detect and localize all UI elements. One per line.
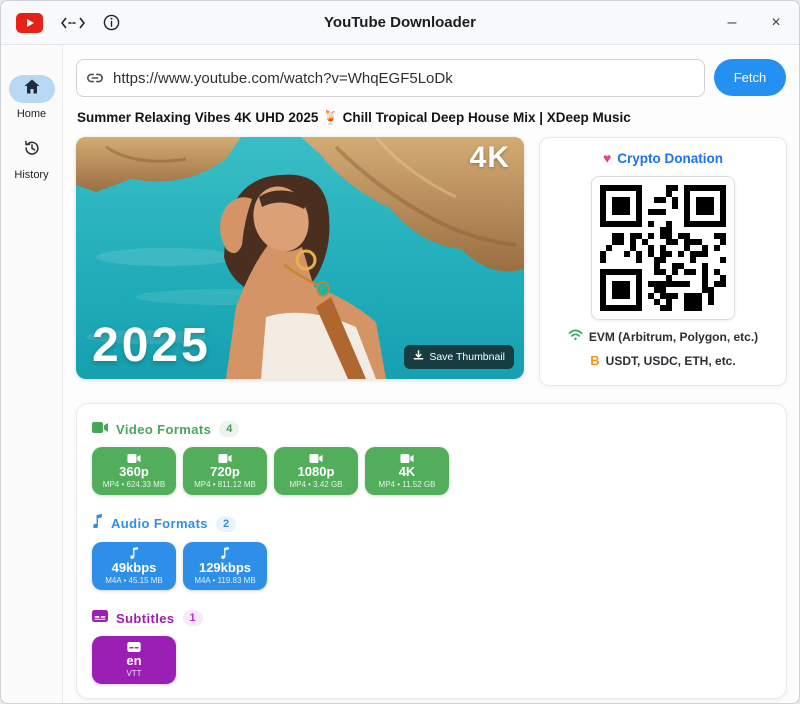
subtitles-section: Subtitles 1 en VTT [92, 609, 771, 684]
evm-line: EVM (Arbitrum, Polygon, etc.) [568, 329, 758, 344]
app-window: YouTube Downloader – × Home [0, 0, 800, 704]
video-title: Summer Relaxing Vibes 4K UHD 2025 🍹 Chil… [77, 110, 786, 126]
format-meta: M4A • 45.15 MB [105, 576, 163, 585]
badge-4k: 4K [470, 141, 510, 175]
count-badge: 2 [216, 516, 236, 532]
format-4k-button[interactable]: 4K MP4 • 11.52 GB [365, 447, 449, 495]
titlebar: YouTube Downloader – × [1, 1, 799, 45]
formats-card: Video Formats 4 360p MP4 • 624.33 MB 720… [76, 403, 787, 699]
link-icon [86, 69, 104, 92]
format-meta: MP4 • 11.52 GB [379, 480, 436, 489]
format-49kbps-button[interactable]: 49kbps M4A • 45.15 MB [92, 542, 176, 590]
format-720p-button[interactable]: 720p MP4 • 811.12 MB [183, 447, 267, 495]
count-badge: 1 [183, 610, 203, 626]
tokens-line: B USDT, USDC, ETH, etc. [590, 353, 735, 368]
tokens-text: USDT, USDC, ETH, etc. [606, 354, 736, 368]
history-pill [9, 136, 55, 164]
section-heading: Video Formats [116, 422, 211, 437]
section-heading: Audio Formats [111, 516, 208, 531]
format-label: 1080p [298, 464, 335, 479]
resize-arrows-icon[interactable] [61, 17, 85, 29]
main-content: Fetch Summer Relaxing Vibes 4K UHD 2025 … [63, 45, 799, 704]
year-overlay: 2025 [92, 318, 211, 373]
donation-heading-label: Crypto Donation [617, 151, 723, 166]
count-badge: 4 [219, 421, 239, 437]
fetch-button[interactable]: Fetch [714, 59, 786, 96]
minimize-button[interactable]: – [723, 15, 741, 31]
app-title: YouTube Downloader [1, 14, 799, 31]
thumbnail-card: 4K 2025 Save Thumbnail [76, 137, 524, 379]
captions-icon [92, 609, 108, 627]
format-meta: VTT [126, 669, 141, 678]
video-camera-icon [92, 420, 108, 438]
video-formats-section: Video Formats 4 360p MP4 • 624.33 MB 720… [92, 420, 771, 495]
close-button[interactable]: × [767, 15, 785, 31]
qr-code [600, 185, 726, 311]
format-label: 129kbps [199, 560, 251, 575]
format-1080p-button[interactable]: 1080p MP4 • 3.42 GB [274, 447, 358, 495]
format-label: 360p [119, 464, 149, 479]
format-label: 4K [399, 464, 416, 479]
donation-heading: ♥ Crypto Donation [603, 150, 723, 166]
download-icon [413, 350, 424, 364]
format-360p-button[interactable]: 360p MP4 • 624.33 MB [92, 447, 176, 495]
heart-icon: ♥ [603, 150, 611, 166]
url-input[interactable] [76, 59, 705, 97]
evm-text: EVM (Arbitrum, Polygon, etc.) [589, 330, 758, 344]
format-meta: MP4 • 3.42 GB [289, 480, 342, 489]
format-meta: M4A • 119.83 MB [194, 576, 255, 585]
home-pill [9, 75, 55, 103]
music-note-icon [92, 514, 103, 533]
format-label: 49kbps [112, 560, 157, 575]
subtitle-en-button[interactable]: en VTT [92, 636, 176, 684]
sidebar-item-history[interactable]: History [9, 136, 55, 181]
url-bar: Fetch [76, 59, 786, 97]
sidebar-item-label: History [14, 169, 48, 181]
save-thumbnail-button[interactable]: Save Thumbnail [404, 345, 514, 369]
donation-card: ♥ Crypto Donation EVM (Arbitrum, Polygon… [539, 137, 787, 386]
network-icon [568, 329, 583, 344]
format-meta: MP4 • 811.12 MB [194, 480, 256, 489]
sidebar-item-label: Home [17, 108, 46, 120]
format-129kbps-button[interactable]: 129kbps M4A • 119.83 MB [183, 542, 267, 590]
sidebar-item-home[interactable]: Home [9, 75, 55, 120]
format-label: en [126, 653, 141, 668]
sidebar: Home History [1, 45, 63, 704]
section-heading: Subtitles [116, 611, 175, 626]
format-meta: MP4 • 624.33 MB [103, 480, 165, 489]
audio-formats-section: Audio Formats 2 49kbps M4A • 45.15 MB 12… [92, 514, 771, 590]
info-icon[interactable] [103, 14, 120, 31]
format-label: 720p [210, 464, 240, 479]
youtube-logo-icon [16, 13, 43, 33]
bitcoin-icon: B [590, 353, 599, 368]
home-icon [24, 79, 40, 99]
history-icon [23, 139, 41, 162]
qr-card [591, 176, 735, 320]
save-thumbnail-label: Save Thumbnail [429, 351, 505, 363]
